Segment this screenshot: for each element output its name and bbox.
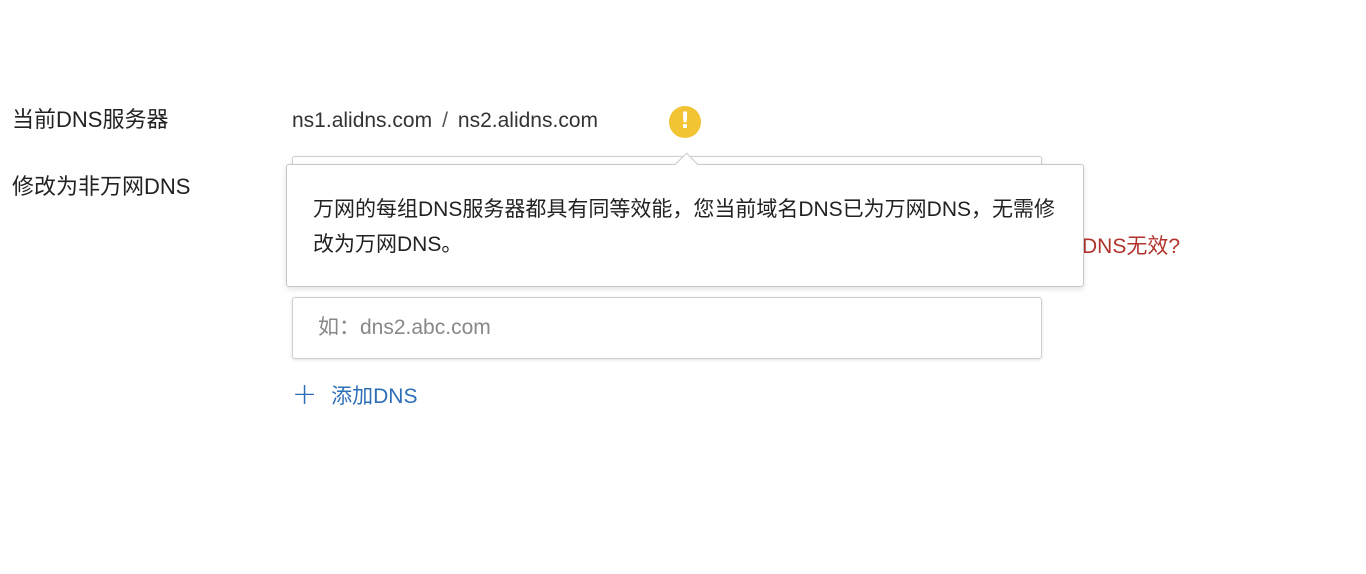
current-dns-label: 当前DNS服务器 <box>12 107 169 132</box>
dns-settings-page: 当前DNS服务器 ns1.alidns.com / ns2.alidns.com… <box>0 0 1366 574</box>
add-dns-label: 添加DNS <box>331 385 418 408</box>
dns-info-tooltip: 万网的每组DNS服务器都具有同等效能，您当前域名DNS已为万网DNS，无需修改为… <box>286 152 1084 287</box>
current-dns-servers: ns1.alidns.com / ns2.alidns.com <box>292 104 598 138</box>
add-dns-button[interactable]: + 添加DNS <box>292 380 417 410</box>
dns-server-2: ns2.alidns.com <box>457 109 598 132</box>
exclamation-icon[interactable]: ! <box>669 106 701 138</box>
tooltip-text: 万网的每组DNS服务器都具有同等效能，您当前域名DNS已为万网DNS，无需修改为… <box>313 198 1056 256</box>
change-dns-label: 修改为非万网DNS <box>12 174 191 199</box>
dns-input-2[interactable] <box>292 297 1042 359</box>
dns-separator: / <box>442 109 448 132</box>
plus-icon: + <box>292 377 318 412</box>
dns-server-1: ns1.alidns.com <box>292 109 433 132</box>
